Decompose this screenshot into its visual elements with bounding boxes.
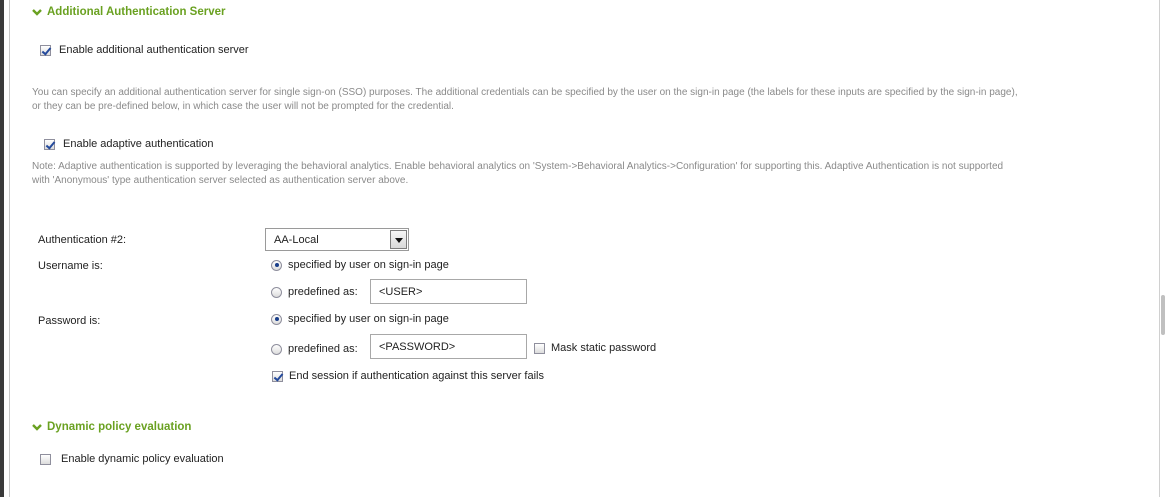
username-predefined-option-row: predefined as: (271, 286, 358, 298)
username-label: Username is: (38, 260, 103, 272)
enable-adaptive-auth-row: Enable adaptive authentication (44, 138, 213, 150)
enable-additional-auth-checkbox[interactable] (40, 44, 51, 56)
enable-dynamic-policy-checkbox[interactable] (40, 453, 51, 465)
mask-static-password-label: Mask static password (551, 342, 657, 354)
additional-auth-section-header[interactable]: Additional Authentication Server (32, 6, 225, 18)
authentication-2-selected-value: AA-Local (274, 233, 319, 246)
password-user-option-row: specified by user on sign-in page (271, 313, 449, 325)
additional-auth-description-line1: You can specify an additional authentica… (32, 87, 1018, 98)
authentication-2-label: Authentication #2: (38, 234, 127, 246)
username-user-option-row: specified by user on sign-in page (271, 259, 449, 271)
authentication-2-select[interactable]: AA-Local (265, 228, 409, 251)
additional-auth-description-line2: or they can be pre-defined below, in whi… (32, 101, 454, 112)
enable-additional-auth-label: Enable additional authentication server (59, 44, 249, 56)
password-label: Password is: (38, 315, 101, 327)
chevron-down-icon (32, 9, 42, 16)
password-predefined-radio[interactable] (271, 343, 282, 355)
chevron-down-icon (32, 424, 42, 431)
password-predefined-option-row: predefined as: (271, 343, 358, 355)
enable-dynamic-policy-row: Enable dynamic policy evaluation (40, 453, 224, 465)
enable-additional-auth-row: Enable additional authentication server (40, 44, 249, 56)
mask-static-password-row: Mask static password (534, 342, 656, 354)
password-specified-by-user-radio[interactable] (271, 313, 282, 325)
mask-static-password-checkbox[interactable] (534, 342, 545, 354)
window-frame-left (0, 0, 4, 497)
username-predefined-input[interactable] (370, 279, 527, 304)
username-specified-by-user-radio[interactable] (271, 259, 282, 271)
end-session-checkbox[interactable] (272, 370, 283, 382)
scrollbar-thumb[interactable] (1161, 295, 1165, 335)
username-predefined-radio[interactable] (271, 286, 282, 298)
adaptive-auth-note-line1: Note: Adaptive authentication is support… (32, 161, 1004, 172)
enable-dynamic-policy-label: Enable dynamic policy evaluation (61, 453, 224, 465)
chevron-down-icon[interactable] (390, 230, 407, 249)
content-border-left (9, 0, 10, 497)
end-session-label: End session if authentication against th… (289, 370, 544, 382)
username-specified-by-user-label: specified by user on sign-in page (288, 259, 449, 271)
enable-adaptive-auth-checkbox[interactable] (44, 138, 55, 150)
additional-auth-header-text: Additional Authentication Server (47, 6, 226, 18)
enable-adaptive-auth-label: Enable adaptive authentication (63, 138, 214, 150)
end-session-row: End session if authentication against th… (272, 370, 544, 382)
password-specified-by-user-label: specified by user on sign-in page (288, 313, 449, 325)
username-predefined-label: predefined as: (288, 286, 358, 298)
password-predefined-input[interactable] (370, 334, 527, 359)
dynamic-policy-section-header[interactable]: Dynamic policy evaluation (32, 421, 191, 433)
dynamic-policy-header-text: Dynamic policy evaluation (47, 421, 192, 433)
content-border-right (1159, 0, 1160, 497)
password-predefined-label: predefined as: (288, 343, 358, 355)
adaptive-auth-note-line2: with 'Anonymous' type authentication ser… (32, 175, 409, 186)
